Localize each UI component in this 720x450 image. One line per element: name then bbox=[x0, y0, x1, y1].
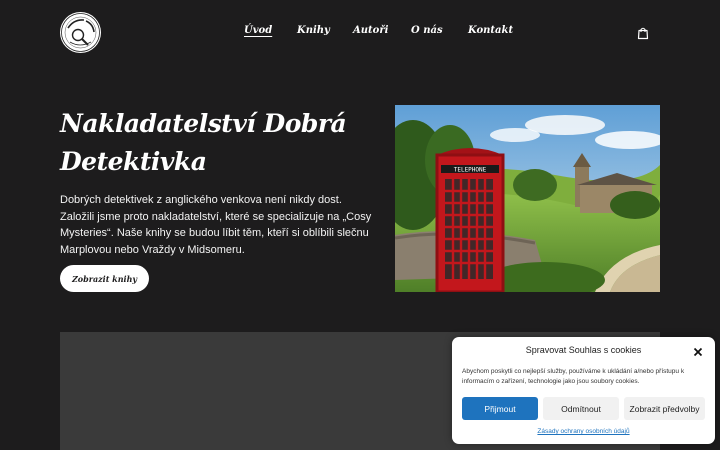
nav-item-uvod[interactable]: Úvod bbox=[244, 25, 272, 36]
close-icon[interactable] bbox=[692, 345, 704, 357]
hero-description: Dobrých detektivek z anglického venkova … bbox=[60, 194, 372, 256]
site-logo[interactable] bbox=[60, 12, 101, 53]
nav-item-o-nas[interactable]: O nás bbox=[411, 25, 443, 36]
site-header: Úvod Knihy Autoři O nás Kontakt bbox=[0, 0, 720, 64]
view-preferences-button[interactable]: Zobrazit předvolby bbox=[624, 397, 705, 420]
show-books-button[interactable]: Zobrazit knihy bbox=[60, 265, 149, 292]
deny-cookies-button[interactable]: Odmítnout bbox=[543, 397, 619, 420]
cookie-dialog-title: Spravovat Souhlas s cookies bbox=[525, 345, 642, 355]
shopping-bag-icon[interactable] bbox=[636, 25, 650, 40]
booth-sign: TELEPHONE bbox=[454, 167, 487, 174]
privacy-policy-link[interactable]: Zásady ochrany osobních údajů bbox=[452, 428, 715, 435]
nav-item-autori[interactable]: Autoři bbox=[353, 25, 388, 36]
magnifier-logo-icon bbox=[61, 13, 100, 52]
nav-item-knihy[interactable]: Knihy bbox=[297, 25, 330, 36]
hero-title: Nakladatelství Dobrá Detektivka bbox=[60, 109, 347, 176]
accept-cookies-button[interactable]: Přijmout bbox=[462, 397, 538, 420]
cookie-consent-dialog: Spravovat Souhlas s cookies Abychom posk… bbox=[452, 337, 715, 444]
nav-item-kontakt[interactable]: Kontakt bbox=[468, 25, 513, 36]
hero-image: TELEPHONE bbox=[395, 105, 660, 292]
cookie-dialog-text: Abychom poskytli co nejlepší služby, pou… bbox=[462, 368, 685, 385]
